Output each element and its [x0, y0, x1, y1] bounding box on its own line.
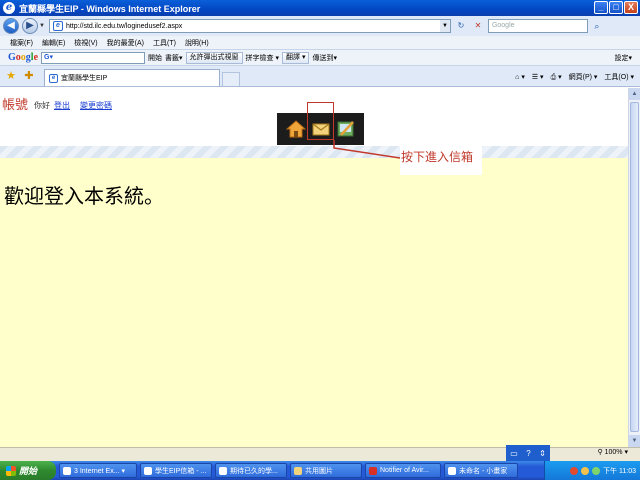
tray-avira-icon[interactable]	[570, 466, 579, 475]
menu-edit[interactable]: 編輯(E)	[42, 38, 65, 48]
google-logo: Google	[8, 52, 39, 63]
tab-page-icon: e	[49, 73, 58, 83]
page-content: 帳號 你好 登出 變更密碼 按下進入信箱 歡迎登入本系統。	[0, 88, 628, 447]
vertical-scrollbar[interactable]: ▲ ▼	[628, 88, 640, 447]
minimize-button[interactable]: _	[594, 1, 608, 14]
keyboard-icon[interactable]: ▭	[510, 449, 518, 458]
tray-shield-icon[interactable]	[581, 466, 590, 475]
paint-task-icon	[448, 466, 456, 475]
send-to-button[interactable]: 傳送到▾	[312, 53, 337, 63]
menu-bar: 檔案(F) 編輯(E) 檢視(V) 我的最愛(A) 工具(T) 說明(H)	[0, 36, 640, 50]
google-start-button[interactable]: 開始	[148, 53, 162, 63]
new-tab-button[interactable]	[222, 72, 240, 86]
annotation-label: 按下進入信箱	[400, 145, 482, 175]
status-helper-panel[interactable]: ▭ ? ⇕	[506, 445, 550, 461]
forward-button[interactable]: ▶	[22, 18, 38, 34]
menu-favorites[interactable]: 我的最愛(A)	[107, 38, 144, 48]
expand-icon[interactable]: ⇕	[539, 449, 546, 458]
folder-task-icon	[294, 466, 302, 475]
task-internet-explorer[interactable]: 3 Internet Ex... ▾	[59, 463, 137, 478]
scroll-up-icon[interactable]: ▲	[629, 88, 640, 100]
address-toolbar: ◀ ▶ ▼ e http://std.ilc.edu.tw/logineduse…	[0, 16, 640, 36]
task-shared-pictures[interactable]: 共用圖片	[290, 463, 362, 478]
page-menu-button[interactable]: 網頁(P) ▾	[569, 72, 598, 82]
close-button[interactable]: X	[624, 1, 638, 14]
tab-title: 宜蘭縣學生EIP	[61, 75, 108, 82]
page-icon: e	[52, 21, 63, 31]
tray-network-icon[interactable]	[592, 466, 601, 475]
google-toolbar: Google G▾ 開始 書籤▾ 允許彈出式視窗 拼字檢查 ▾ 翻譯 ▾ 傳送到…	[0, 50, 640, 66]
avira-task-icon	[369, 466, 377, 475]
title-bar: e 宜蘭縣學生EIP - Windows Internet Explorer _…	[0, 0, 640, 16]
favorites-star-icon[interactable]: ★	[4, 69, 18, 83]
help-icon[interactable]: ?	[526, 449, 530, 458]
taskbar: 開始 3 Internet Ex... ▾ 學生EIP信箱 - ... 期待已久…	[0, 461, 640, 480]
scroll-thumb[interactable]	[630, 102, 639, 432]
home-icon[interactable]: ⌂ ▾	[515, 73, 525, 81]
windows-logo-icon	[6, 465, 16, 476]
settings-button[interactable]: 設定▾	[614, 53, 632, 63]
window-title: 宜蘭縣學生EIP - Windows Internet Explorer	[19, 3, 201, 14]
clock: 下午 11:03	[603, 467, 636, 475]
system-tray: 下午 11:03	[544, 461, 640, 480]
menu-file[interactable]: 檔案(F)	[10, 38, 33, 48]
url-text[interactable]: http://std.ilc.edu.tw/loginedusef2.aspx	[66, 23, 182, 30]
tools-menu-button[interactable]: 工具(O) ▾	[604, 72, 634, 82]
search-icon[interactable]: ⌕	[590, 19, 604, 33]
popup-allow-button[interactable]: 允許彈出式視窗	[185, 51, 243, 64]
stop-icon[interactable]: ✕	[471, 19, 485, 33]
search-input[interactable]: Google	[487, 19, 588, 33]
maximize-button[interactable]: □	[609, 1, 623, 14]
history-dropdown-icon[interactable]: ▼	[39, 23, 45, 29]
task-document[interactable]: 期待已久的學...	[215, 463, 287, 478]
ie-task-icon	[63, 466, 71, 475]
menu-view[interactable]: 檢視(V)	[74, 38, 97, 48]
add-favorites-icon[interactable]: ✚	[22, 69, 36, 83]
mail-task-icon	[144, 466, 152, 475]
start-button[interactable]: 開始	[0, 461, 56, 480]
translate-button[interactable]: 翻譯 ▾	[282, 51, 310, 64]
address-field[interactable]: e http://std.ilc.edu.tw/loginedusef2.asp…	[48, 19, 451, 33]
welcome-heading: 歡迎登入本系統。	[4, 184, 164, 208]
google-search-input[interactable]: G▾	[41, 51, 146, 64]
task-paint[interactable]: 未命名 - 小畫家	[444, 463, 518, 478]
tab-eip[interactable]: e 宜蘭縣學生EIP	[44, 69, 220, 86]
refresh-icon[interactable]: ↻	[454, 19, 468, 33]
task-avira-notifier[interactable]: Notifier of Avir...	[365, 463, 441, 478]
feeds-icon[interactable]: ☰ ▾	[532, 73, 544, 81]
ie-logo-icon: e	[3, 2, 15, 14]
task-eip-mail[interactable]: 學生EIP信箱 - ...	[140, 463, 212, 478]
address-dropdown-icon[interactable]: ▼	[439, 20, 450, 32]
print-icon[interactable]: ⎙ ▾	[551, 73, 562, 82]
menu-tools[interactable]: 工具(T)	[153, 38, 176, 48]
zoom-level[interactable]: ⚲ 100% ▾	[598, 448, 628, 456]
tab-bar: ★ ✚ e 宜蘭縣學生EIP ⌂ ▾ ☰ ▾ ⎙ ▾ 網頁(P) ▾ 工具(O)…	[0, 66, 640, 87]
spellcheck-button[interactable]: 拼字檢查 ▾	[246, 53, 279, 63]
bookmarks-button[interactable]: 書籤▾	[165, 53, 183, 63]
back-button[interactable]: ◀	[3, 18, 19, 34]
menu-help[interactable]: 說明(H)	[185, 38, 209, 48]
scroll-down-icon[interactable]: ▼	[629, 435, 640, 447]
doc-task-icon	[219, 466, 227, 475]
